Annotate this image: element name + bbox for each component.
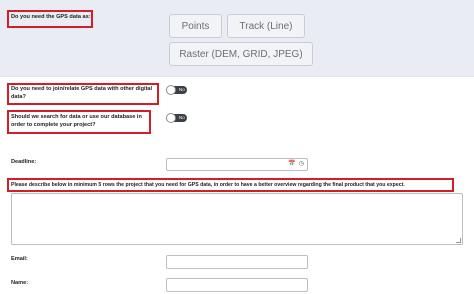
description-label: Please describe below in minimum 5 rows … (11, 182, 405, 188)
option-raster-button[interactable]: Raster (DEM, GRID, JPEG) (169, 42, 313, 66)
resize-handle-icon[interactable] (456, 238, 461, 243)
option-track-line-button[interactable]: Track (Line) (227, 14, 305, 38)
option-points-button[interactable]: Points (169, 14, 222, 38)
toggle-track: No (166, 85, 187, 95)
join-question-label-line1: Do you need to join/relate GPS data with… (11, 86, 153, 92)
name-label: Name: (11, 280, 29, 286)
email-label: Email: (11, 256, 28, 262)
toggle-state-label: No (179, 115, 185, 120)
divider (0, 76, 474, 77)
toggle-track: No (166, 113, 187, 123)
toggle-knob (166, 113, 176, 123)
search-question-label-line2: order to complete your project? (11, 122, 96, 128)
deadline-label: Deadline: (11, 159, 37, 165)
email-field[interactable] (166, 255, 308, 269)
deadline-input[interactable]: 📅 ◷ (166, 158, 308, 171)
join-data-toggle[interactable]: No (166, 85, 187, 95)
join-question-label-line2: data? (11, 94, 26, 100)
description-textarea[interactable] (11, 193, 463, 245)
toggle-knob (166, 85, 176, 95)
name-field[interactable] (166, 278, 308, 292)
toggle-state-label: No (179, 87, 185, 92)
search-database-toggle[interactable]: No (166, 113, 187, 123)
calendar-icon[interactable]: 📅 (288, 160, 295, 167)
search-question-label-line1: Should we search for data or use our dat… (11, 114, 142, 120)
gps-question-label: Do you need the GPS data as: (11, 14, 91, 20)
clock-icon[interactable]: ◷ (299, 160, 304, 167)
